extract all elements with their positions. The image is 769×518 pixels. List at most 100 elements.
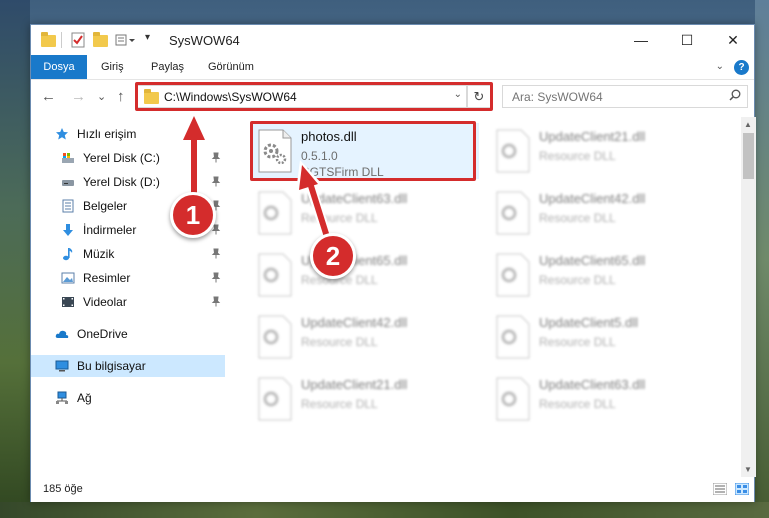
sidebar-item-disk-d[interactable]: Yerel Disk (D:) bbox=[31, 171, 225, 193]
search-box[interactable] bbox=[502, 85, 748, 108]
search-input[interactable] bbox=[503, 86, 723, 107]
address-highlight-box bbox=[135, 82, 493, 111]
close-button[interactable]: ✕ bbox=[710, 25, 756, 55]
pin-icon[interactable] bbox=[211, 272, 221, 283]
dll-file-icon bbox=[258, 315, 292, 359]
sidebar-item-pictures[interactable]: Resimler bbox=[31, 267, 225, 289]
scrollbar-thumb[interactable] bbox=[743, 133, 754, 179]
file-description: Resource DLL bbox=[539, 273, 616, 287]
sidebar-item-label: Hızlı erişim bbox=[77, 127, 137, 141]
recent-locations-button[interactable]: ⌄ bbox=[97, 90, 106, 103]
file-tile[interactable]: UpdateClient42.dll Resource DLL bbox=[489, 185, 717, 241]
download-icon bbox=[63, 224, 73, 236]
file-description: Resource DLL bbox=[301, 335, 378, 349]
tab-gorunum[interactable]: Görünüm bbox=[198, 55, 264, 79]
drive-icon bbox=[62, 153, 74, 163]
up-button[interactable]: ↑ bbox=[117, 88, 125, 105]
forward-button[interactable]: → bbox=[71, 88, 86, 105]
dll-file-icon bbox=[258, 191, 292, 235]
computer-icon bbox=[55, 360, 69, 372]
desktop-background-right bbox=[755, 0, 769, 518]
navigation-pane: Hızlı erişim Yerel Disk (C:) Yerel Disk … bbox=[31, 117, 225, 477]
file-name: UpdateClient65.dll bbox=[539, 253, 646, 268]
pictures-icon bbox=[61, 272, 75, 284]
tab-paylas[interactable]: Paylaş bbox=[141, 55, 194, 79]
file-tile[interactable]: UpdateClient63.dll Resource DLL bbox=[489, 371, 717, 427]
step-2-badge: 2 bbox=[310, 233, 356, 279]
dll-file-icon bbox=[258, 253, 292, 297]
tab-dosya[interactable]: Dosya bbox=[31, 55, 87, 79]
file-name: UpdateClient21.dll bbox=[301, 377, 408, 392]
file-name: UpdateClient21.dll bbox=[539, 129, 646, 144]
vertical-scrollbar[interactable]: ▲ ▼ bbox=[741, 117, 756, 477]
window-title: SysWOW64 bbox=[169, 33, 240, 48]
customize-toolbar-icon[interactable] bbox=[115, 32, 139, 48]
file-list: photos.dll 0.5.1.0 RGTSFirm DLL UpdateCl… bbox=[229, 117, 739, 477]
step-1-badge: 1 bbox=[170, 192, 216, 238]
details-view-icon[interactable] bbox=[713, 483, 727, 495]
cloud-icon bbox=[55, 330, 69, 338]
music-icon bbox=[63, 248, 73, 261]
dll-file-icon bbox=[496, 191, 530, 235]
maximize-button[interactable]: ☐ bbox=[664, 25, 710, 55]
back-button[interactable]: ← bbox=[41, 88, 56, 105]
file-name: UpdateClient42.dll bbox=[539, 191, 646, 206]
dll-file-icon bbox=[496, 129, 530, 173]
expand-ribbon-icon[interactable]: ⌄ bbox=[716, 61, 724, 72]
dll-file-icon bbox=[496, 315, 530, 359]
search-icon[interactable] bbox=[729, 89, 741, 101]
sidebar-item-label: Belgeler bbox=[83, 199, 128, 213]
sidebar-item-label: Resimler bbox=[83, 271, 131, 285]
sidebar-item-onedrive[interactable]: OneDrive bbox=[31, 323, 225, 345]
file-name: UpdateClient63.dll bbox=[539, 377, 646, 392]
status-bar: 185 öğe bbox=[31, 477, 754, 502]
sidebar-item-this-pc[interactable]: Bu bilgisayar bbox=[31, 355, 225, 377]
sidebar-item-disk-c[interactable]: Yerel Disk (C:) bbox=[31, 147, 225, 169]
sidebar-item-label: Yerel Disk (C:) bbox=[83, 151, 160, 165]
sidebar-item-videos[interactable]: Videolar bbox=[31, 291, 225, 313]
ribbon-tabs: Dosya Giriş Paylaş Görünüm ⌄ ? bbox=[31, 55, 754, 80]
sidebar-item-label: İndirmeler bbox=[83, 223, 137, 237]
help-button[interactable]: ? bbox=[734, 60, 749, 75]
large-icons-view-icon[interactable] bbox=[735, 483, 749, 495]
file-description: Resource DLL bbox=[539, 211, 616, 225]
file-explorer-window: ▾ SysWOW64 — ☐ ✕ Dosya Giriş Paylaş Görü… bbox=[30, 24, 756, 502]
file-tile[interactable]: UpdateClient21.dll Resource DLL bbox=[489, 123, 717, 179]
file-tile[interactable]: UpdateClient5.dll Resource DLL bbox=[489, 309, 717, 365]
file-description: Resource DLL bbox=[539, 335, 616, 349]
desktop-background-bottom bbox=[0, 502, 769, 518]
desktop-background-left bbox=[0, 0, 30, 518]
sidebar-item-music[interactable]: Müzik bbox=[31, 243, 225, 265]
drive-icon bbox=[62, 180, 74, 186]
pin-icon[interactable] bbox=[211, 152, 221, 163]
toolbar-divider bbox=[61, 32, 62, 48]
file-tile[interactable]: UpdateClient65.dll Resource DLL bbox=[251, 247, 479, 303]
dll-file-icon bbox=[496, 377, 530, 421]
scroll-up-icon[interactable]: ▲ bbox=[744, 120, 752, 129]
file-tile[interactable]: UpdateClient42.dll Resource DLL bbox=[251, 309, 479, 365]
file-tile[interactable]: UpdateClient63.dll Resource DLL bbox=[251, 185, 479, 241]
tab-giris[interactable]: Giriş bbox=[91, 55, 134, 79]
file-description: Resource DLL bbox=[301, 211, 378, 225]
sidebar-item-quick-access[interactable]: Hızlı erişim bbox=[31, 123, 225, 145]
new-folder-icon[interactable] bbox=[93, 32, 108, 48]
properties-icon[interactable] bbox=[71, 32, 85, 48]
file-name: UpdateClient42.dll bbox=[301, 315, 408, 330]
sidebar-item-network[interactable]: Ağ bbox=[31, 387, 225, 409]
file-tile[interactable]: UpdateClient65.dll Resource DLL bbox=[489, 247, 717, 303]
scroll-down-icon[interactable]: ▼ bbox=[744, 465, 752, 474]
navigation-bar: ← → ⌄ ↑ C:\Windows\SysWOW64 ⌄ ↻ bbox=[31, 81, 754, 113]
pin-icon[interactable] bbox=[211, 296, 221, 307]
sidebar-item-label: Müzik bbox=[83, 247, 115, 261]
pin-icon[interactable] bbox=[211, 248, 221, 259]
star-icon bbox=[56, 128, 68, 140]
minimize-button[interactable]: — bbox=[618, 25, 664, 55]
sidebar-item-label: Yerel Disk (D:) bbox=[83, 175, 160, 189]
file-tile[interactable]: UpdateClient21.dll Resource DLL bbox=[251, 371, 479, 427]
pin-icon[interactable] bbox=[211, 176, 221, 187]
file-name: UpdateClient5.dll bbox=[539, 315, 639, 330]
item-count: 185 öğe bbox=[43, 483, 83, 495]
sidebar-item-label: OneDrive bbox=[77, 327, 128, 341]
sidebar-item-label: Ağ bbox=[77, 391, 92, 405]
quick-access-dropdown-icon[interactable]: ▾ bbox=[145, 32, 150, 48]
